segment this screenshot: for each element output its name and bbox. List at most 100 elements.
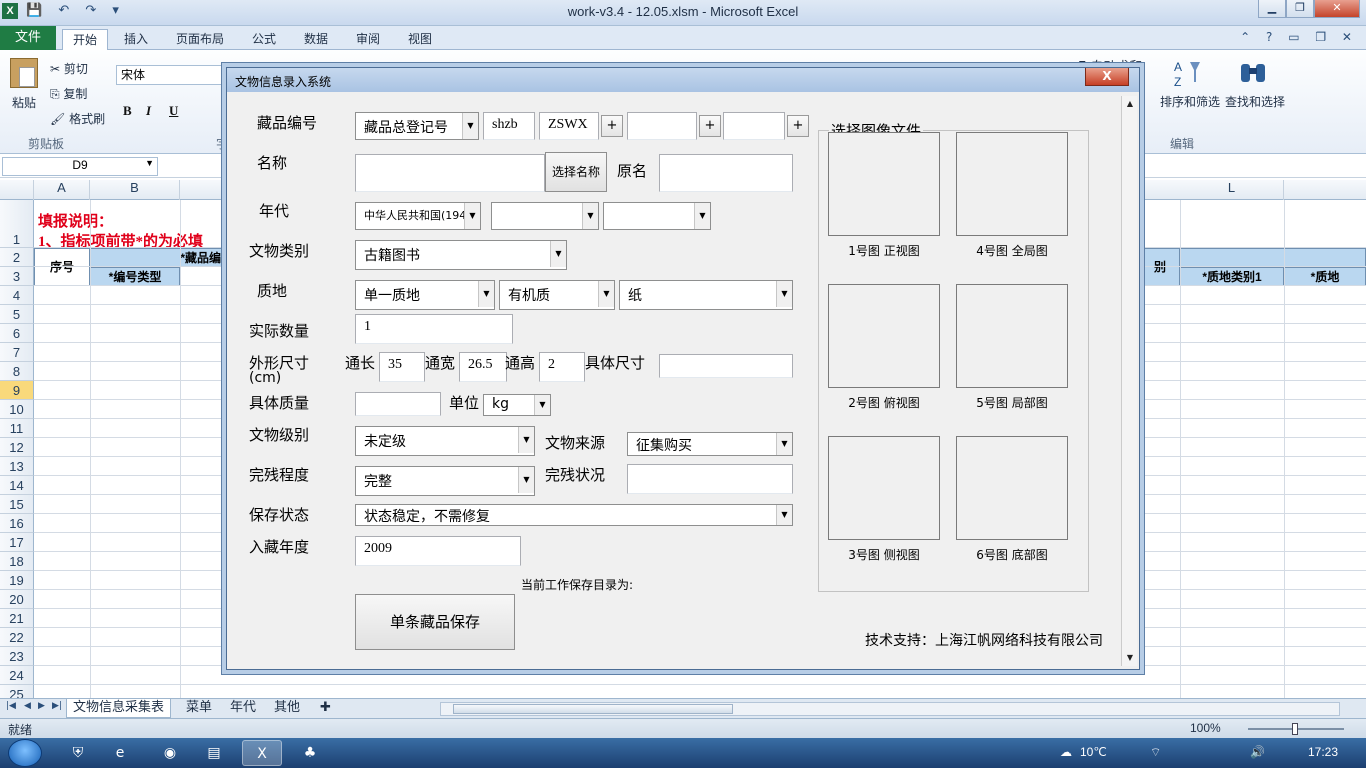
material-select-2[interactable]: 有机质 ▼ [499, 280, 615, 310]
collection-no-code[interactable]: ZSWX [539, 112, 599, 140]
height-input[interactable]: 2 [539, 352, 585, 382]
length-input[interactable]: 35 [379, 352, 425, 382]
sheet-tab-era[interactable]: 年代 [224, 699, 262, 718]
scroll-up-icon[interactable]: ▲ [1123, 97, 1137, 111]
source-select[interactable]: 征集购买 ▼ [627, 432, 793, 456]
row-header[interactable]: 20 [0, 590, 34, 609]
start-button[interactable] [8, 739, 42, 767]
unit-select[interactable]: kg ▼ [483, 394, 551, 416]
tab-formulas[interactable]: 公式 [242, 29, 286, 51]
volume-icon[interactable]: 🔊 [1250, 745, 1265, 759]
zoom-slider-knob[interactable] [1292, 723, 1298, 735]
minimize-icon[interactable]: ▁ [1258, 0, 1286, 18]
row-header[interactable]: 25 [0, 685, 34, 698]
collection-no-part-4[interactable] [723, 112, 785, 140]
sort-filter-button[interactable]: 排序和筛选 [1160, 93, 1220, 110]
header-material-group[interactable] [1180, 248, 1366, 267]
row-header[interactable]: 7 [0, 343, 34, 362]
header-material-2[interactable]: *质地 [1284, 267, 1366, 286]
scroll-thumb[interactable] [453, 704, 733, 714]
header-collection-no[interactable]: *藏品编 [90, 248, 226, 267]
column-header-a[interactable]: A [34, 180, 90, 200]
format-painter-button[interactable]: 🖌 格式刷 [50, 110, 105, 127]
restore-icon[interactable]: ❐ [1286, 0, 1314, 18]
specific-size-input[interactable] [659, 354, 793, 378]
sheet-tab-collection[interactable]: 文物信息采集表 [66, 699, 172, 718]
name-box[interactable]: D9 ▼ [2, 157, 158, 176]
row-header[interactable]: 16 [0, 514, 34, 533]
header-code-type[interactable]: *编号类型 [90, 267, 180, 286]
last-sheet-icon[interactable]: ▶| [52, 701, 62, 711]
quantity-input[interactable]: 1 [355, 314, 513, 344]
first-sheet-icon[interactable]: |◀ [6, 701, 16, 711]
collection-no-add-2[interactable]: + [699, 115, 721, 137]
shield-icon[interactable]: ⛨ [58, 740, 98, 766]
grade-select[interactable]: 未定级 ▼ [355, 426, 535, 456]
underline-button[interactable]: U [169, 103, 178, 119]
row-header[interactable]: 17 [0, 533, 34, 552]
copy-button[interactable]: ⎘ 复制 [50, 85, 87, 102]
next-sheet-icon[interactable]: ▶ [38, 701, 45, 711]
tab-insert[interactable]: 插入 [114, 29, 158, 51]
row-header[interactable]: 10 [0, 400, 34, 419]
scroll-down-icon[interactable]: ▼ [1123, 651, 1137, 665]
wifi-icon[interactable]: ⌔ [1150, 745, 1161, 760]
original-name-input[interactable] [659, 154, 793, 192]
find-select-button[interactable]: 查找和选择 [1225, 93, 1285, 110]
column-header-l[interactable]: L [1180, 180, 1284, 200]
tab-page-layout[interactable]: 页面布局 [166, 29, 234, 51]
tab-home[interactable]: 开始 [62, 29, 109, 51]
tab-review[interactable]: 审阅 [346, 29, 390, 51]
help-icon[interactable]: ⌃ ? ▭ ❐ ✕ [1240, 30, 1358, 44]
era-select-2[interactable]: ▼ [491, 202, 599, 230]
row-header[interactable]: 12 [0, 438, 34, 457]
row-header[interactable]: 19 [0, 571, 34, 590]
image-slot-6[interactable] [956, 436, 1068, 540]
image-slot-1[interactable] [828, 132, 940, 236]
paste-icon[interactable] [10, 58, 38, 88]
row-header[interactable]: 22 [0, 628, 34, 647]
dialog-vertical-scrollbar[interactable]: ▲ ▼ [1121, 96, 1137, 666]
media-icon[interactable]: ◉ [150, 740, 190, 766]
dialog-title-bar[interactable]: 文物信息录入系统 X [227, 68, 1139, 92]
weight-input[interactable] [355, 392, 441, 416]
width-input[interactable]: 26.5 [459, 352, 507, 382]
dialog-close-button[interactable]: X [1085, 68, 1129, 86]
ie-icon[interactable]: e [100, 740, 140, 766]
damage-input[interactable] [627, 464, 793, 494]
row-header[interactable]: 9 [0, 381, 34, 400]
sort-filter-icon[interactable]: A Z [1172, 58, 1202, 88]
weather-temp[interactable]: 10℃ [1080, 745, 1107, 759]
paste-button[interactable]: 粘贴 [12, 94, 36, 111]
row-header[interactable]: 4 [0, 286, 34, 305]
app-icon[interactable]: ♣ [290, 740, 330, 766]
close-icon[interactable]: ✕ [1314, 0, 1360, 18]
row-header[interactable]: 3 [0, 267, 34, 286]
sheet-tab-other[interactable]: 其他 [268, 699, 306, 718]
select-name-button[interactable]: 选择名称 [545, 152, 607, 192]
sheet-tab-menu[interactable]: 菜单 [180, 699, 218, 718]
folder-icon[interactable]: ▤ [194, 740, 234, 766]
cut-button[interactable]: ✂ 剪切 [50, 60, 88, 77]
era-select-3[interactable]: ▼ [603, 202, 711, 230]
image-slot-2[interactable] [828, 284, 940, 388]
save-single-button[interactable]: 单条藏品保存 [355, 594, 515, 650]
image-slot-5[interactable] [956, 284, 1068, 388]
binoculars-icon[interactable] [1238, 58, 1268, 88]
header-partial-right[interactable]: 别 [1140, 248, 1180, 286]
name-input[interactable] [355, 154, 545, 192]
collection-no-prefix[interactable]: shzb [483, 112, 535, 140]
category-select[interactable]: 古籍图书 ▼ [355, 240, 567, 270]
font-name-box[interactable]: 宋体 [116, 65, 226, 85]
row-header[interactable]: 6 [0, 324, 34, 343]
tab-view[interactable]: 视图 [398, 29, 442, 51]
row-header[interactable]: 13 [0, 457, 34, 476]
horizontal-scrollbar[interactable] [440, 702, 1340, 716]
collection-no-type-select[interactable]: 藏品总登记号 ▼ [355, 112, 479, 140]
row-header[interactable]: 18 [0, 552, 34, 571]
column-header-b[interactable]: B [90, 180, 180, 200]
preservation-select[interactable]: 状态稳定，不需修复 ▼ [355, 504, 793, 526]
row-header[interactable]: 15 [0, 495, 34, 514]
row-header[interactable]: 23 [0, 647, 34, 666]
row-header[interactable]: 5 [0, 305, 34, 324]
